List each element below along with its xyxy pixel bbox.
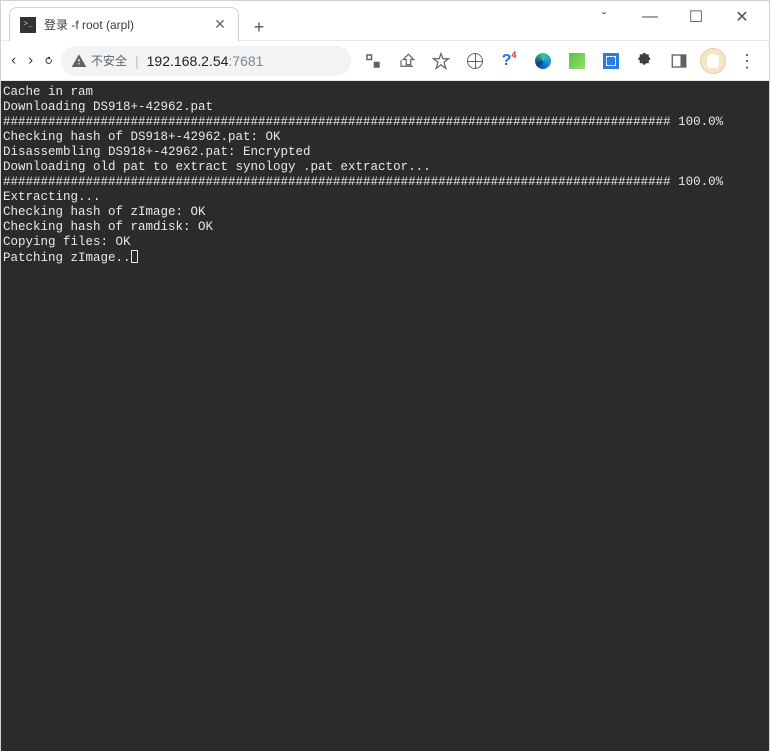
question-icon: ? <box>502 52 512 70</box>
globe-icon <box>467 53 483 69</box>
insecure-label: 不安全 <box>91 52 127 69</box>
window-titlebar: 登录 -f root (arpl) ✕ + ˇ — ☐ ✕ <box>1 1 769 41</box>
extension-globe[interactable] <box>461 47 489 75</box>
terminal-line: Checking hash of ramdisk: OK <box>3 220 213 234</box>
extension-edge[interactable] <box>529 47 557 75</box>
browser-toolbar: 不安全 | 192.168.2.54:7681 ?4 ⋮ <box>1 41 769 81</box>
tab-strip: 登录 -f root (arpl) ✕ + <box>1 1 581 41</box>
badge-count: 4 <box>511 50 516 60</box>
nav-forward-button[interactable] <box>26 47 35 75</box>
browser-tab-active[interactable]: 登录 -f root (arpl) ✕ <box>9 7 239 41</box>
address-bar[interactable]: 不安全 | 192.168.2.54:7681 <box>61 46 351 76</box>
extension-screenshot[interactable] <box>597 47 625 75</box>
share-icon <box>398 52 416 70</box>
terminal-line: Copying files: OK <box>3 235 131 249</box>
terminal-line: Downloading old pat to extract synology … <box>3 160 431 174</box>
share-button[interactable] <box>393 47 421 75</box>
arrow-right-icon <box>26 56 35 65</box>
screenshot-icon <box>603 53 619 69</box>
terminal-favicon-icon <box>20 17 36 33</box>
download-manager-icon <box>569 53 585 69</box>
window-dropdown-button[interactable]: ˇ <box>581 1 627 33</box>
terminal-line: Cache in ram <box>3 85 93 99</box>
terminal-line: ########################################… <box>3 115 723 129</box>
bookmark-button[interactable] <box>427 47 455 75</box>
address-port: :7681 <box>228 53 263 69</box>
terminal-line: Checking hash of zImage: OK <box>3 205 206 219</box>
avatar-icon <box>700 48 726 74</box>
address-host: 192.168.2.54 <box>147 53 229 69</box>
menu-button[interactable]: ⋮ <box>733 47 761 75</box>
edge-icon <box>535 53 551 69</box>
window-minimize-button[interactable]: — <box>627 1 673 33</box>
address-separator: | <box>135 53 139 69</box>
address-url: 192.168.2.54:7681 <box>147 53 264 69</box>
terminal-output[interactable]: Cache in ram Downloading DS918+-42962.pa… <box>1 81 769 751</box>
terminal-cursor <box>131 250 138 263</box>
toolbar-actions: ?4 ⋮ <box>359 47 761 75</box>
arrow-left-icon <box>9 56 18 65</box>
window-close-button[interactable]: ✕ <box>719 1 765 33</box>
profile-button[interactable] <box>699 47 727 75</box>
terminal-line: Extracting... <box>3 190 101 204</box>
extensions-button[interactable] <box>631 47 659 75</box>
window-controls: ˇ — ☐ ✕ <box>581 1 769 33</box>
sidepanel-icon <box>670 52 688 70</box>
translate-button[interactable] <box>359 47 387 75</box>
warning-triangle-icon <box>71 53 87 69</box>
reload-icon <box>44 56 53 65</box>
terminal-line: Downloading DS918+-42962.pat <box>3 100 213 114</box>
translate-icon <box>364 52 382 70</box>
insecure-badge[interactable]: 不安全 <box>71 52 127 69</box>
terminal-line: Checking hash of DS918+-42962.pat: OK <box>3 130 281 144</box>
terminal-line: Patching zImage.. <box>3 251 131 265</box>
terminal-line: Disassembling DS918+-42962.pat: Encrypte… <box>3 145 311 159</box>
extension-question[interactable]: ?4 <box>495 47 523 75</box>
star-icon <box>432 52 450 70</box>
nav-back-button[interactable] <box>9 47 18 75</box>
puzzle-icon <box>636 52 654 70</box>
window-maximize-button[interactable]: ☐ <box>673 1 719 33</box>
new-tab-button[interactable]: + <box>245 13 273 41</box>
terminal-line: ########################################… <box>3 175 723 189</box>
extension-idm[interactable] <box>563 47 591 75</box>
side-panel-button[interactable] <box>665 47 693 75</box>
nav-reload-button[interactable] <box>44 47 53 75</box>
tab-title: 登录 -f root (arpl) <box>44 16 204 33</box>
tab-close-button[interactable]: ✕ <box>212 16 228 33</box>
